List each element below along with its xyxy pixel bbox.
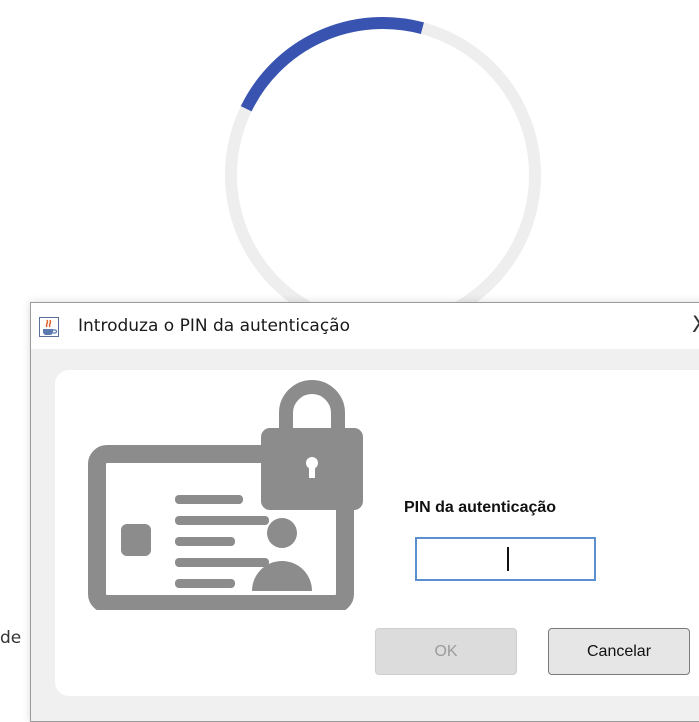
pin-input[interactable] [415,537,596,581]
dialog-titlebar[interactable]: Introduza o PIN da autenticação X [31,303,699,349]
background-partial-text: de [0,628,22,648]
id-card-with-padlock-icon [88,380,365,610]
dialog-title: Introduza o PIN da autenticação [78,316,350,336]
text-caret [507,547,509,571]
pin-label: PIN da autenticação [404,499,557,516]
ok-button[interactable]: OK [375,628,517,675]
close-button[interactable]: X [692,313,699,338]
loading-spinner [225,17,541,333]
cancel-button[interactable]: Cancelar [548,628,690,675]
java-cup-icon [39,317,59,337]
pin-dialog: Introduza o PIN da autenticação X PIN da… [30,302,699,722]
spinner-arc [240,17,424,112]
